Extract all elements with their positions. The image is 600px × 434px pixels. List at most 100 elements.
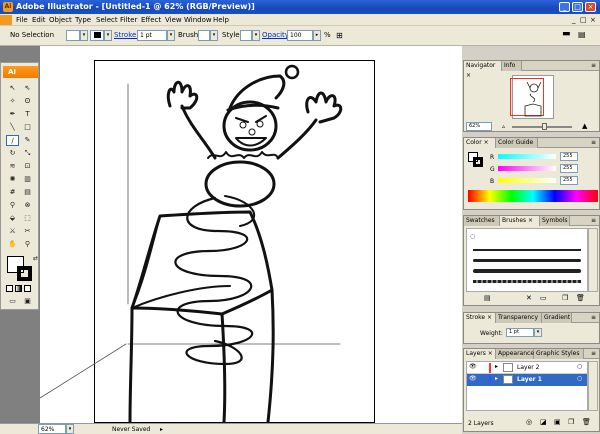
eyedropper-tool-icon[interactable]: ⚲ — [6, 200, 19, 211]
style-field[interactable] — [240, 30, 252, 41]
brush-scrollbar[interactable] — [588, 228, 598, 292]
opacity-dropdown[interactable]: ▸ — [313, 30, 321, 41]
expand-icon[interactable]: ▸ — [495, 363, 498, 370]
gradient-tool-icon[interactable]: ▤ — [21, 187, 34, 198]
lasso-tool-icon[interactable]: ʘ — [21, 96, 34, 107]
direct-selection-tool-icon[interactable]: ⇖ — [21, 83, 34, 94]
tab-layers[interactable]: Layers × — [464, 349, 496, 359]
new-brush-icon[interactable]: ❐ — [562, 294, 568, 303]
workspace-icon[interactable]: ▤ — [578, 30, 586, 39]
menu-edit[interactable]: Edit — [32, 16, 46, 24]
new-layer-icon[interactable]: ❐ — [568, 418, 574, 427]
slice-tool-icon[interactable]: ⚔ — [6, 226, 19, 237]
zoom-tool-icon[interactable]: ⚲ — [21, 239, 34, 250]
locate-object-icon[interactable]: ◎ — [526, 418, 532, 427]
tab-navigator[interactable]: Navigator × — [464, 61, 502, 79]
layer-row-selected[interactable]: 👁 ▸ Layer 1 ○ — [467, 374, 587, 386]
scale-tool-icon[interactable]: ⤡ — [21, 148, 34, 159]
navigator-zoom-field[interactable]: 62% — [466, 122, 492, 131]
free-transform-tool-icon[interactable]: ⊡ — [21, 161, 34, 172]
color-spectrum[interactable] — [468, 190, 598, 202]
pen-tool-icon[interactable]: ✒ — [6, 109, 19, 120]
red-slider[interactable] — [498, 154, 556, 159]
align-icon[interactable]: ⊞ — [336, 31, 343, 40]
tab-brushes[interactable]: Brushes × — [500, 216, 540, 226]
hand-tool-icon[interactable]: ✋ — [6, 239, 19, 250]
tab-graphic-styles[interactable]: Graphic Styles — [534, 349, 584, 359]
target-icon[interactable]: ○ — [577, 363, 582, 370]
warp-tool-icon[interactable]: ≋ — [6, 161, 19, 172]
live-paint-tool-icon[interactable]: ⬙ — [6, 213, 19, 224]
pencil-tool-icon[interactable]: ✎ — [21, 135, 34, 146]
document-setup-icon[interactable]: ▬ — [562, 30, 571, 39]
calligraphic-brush-icon[interactable]: ◌ — [470, 233, 475, 240]
jack-in-the-box-drawing[interactable] — [40, 46, 460, 423]
line-tool-icon[interactable]: ╲ — [6, 122, 19, 133]
scissors-tool-icon[interactable]: ✂ — [21, 226, 34, 237]
menu-type[interactable]: Type — [75, 16, 91, 24]
menu-filter[interactable]: Filter — [120, 16, 137, 24]
brush-library-icon[interactable]: ▤ — [484, 294, 491, 303]
weight-field[interactable]: 1 pt — [506, 328, 534, 337]
full-screen-mode-icon[interactable]: ▣ — [21, 296, 34, 307]
maximize-button[interactable]: □ — [572, 2, 583, 12]
none-mode-icon[interactable] — [24, 285, 31, 292]
brush-stroke[interactable] — [473, 280, 581, 283]
menu-window[interactable]: Window — [184, 16, 212, 24]
menu-select[interactable]: Select — [96, 16, 118, 24]
fill-dropdown[interactable]: ▾ — [80, 30, 88, 41]
brush-stroke[interactable] — [473, 269, 581, 273]
doc-close-icon[interactable]: × — [590, 16, 596, 24]
target-icon[interactable]: ○ — [577, 375, 582, 382]
layer-name[interactable]: Layer 1 — [517, 376, 542, 383]
minimize-button[interactable]: _ — [559, 2, 570, 12]
remove-brush-stroke-icon[interactable]: ✕ — [526, 294, 532, 303]
doc-restore-icon[interactable]: □ — [580, 16, 587, 24]
brush-options-icon[interactable]: ▭ — [540, 294, 547, 303]
layers-scrollbar[interactable] — [588, 361, 598, 411]
panel-menu-icon[interactable]: ≡ — [591, 350, 596, 357]
tab-transparency[interactable]: Transparency — [496, 313, 542, 323]
blend-tool-icon[interactable]: ⊗ — [21, 200, 34, 211]
gradient-mode-icon[interactable] — [15, 285, 22, 292]
visibility-eye-icon[interactable]: 👁 — [469, 375, 477, 382]
visibility-eye-icon[interactable]: 👁 — [469, 363, 477, 370]
green-slider[interactable] — [498, 166, 556, 171]
menu-effect[interactable]: Effect — [141, 16, 161, 24]
stroke-dropdown[interactable]: ▾ — [104, 30, 112, 41]
stroke-weight-dropdown[interactable]: ▾ — [167, 30, 175, 41]
tab-info[interactable]: Info — [502, 61, 522, 71]
color-mode-icon[interactable] — [6, 285, 13, 292]
delete-layer-icon[interactable]: 🗑 — [582, 418, 591, 427]
zoom-out-icon[interactable]: ▵ — [502, 122, 505, 131]
style-dropdown[interactable]: ▾ — [252, 30, 260, 41]
live-paint-selection-icon[interactable]: ⬚ — [21, 213, 34, 224]
zoom-slider-thumb[interactable] — [542, 123, 547, 130]
panel-menu-icon[interactable]: ≡ — [591, 314, 596, 321]
brush-stroke[interactable] — [473, 259, 581, 262]
layer-name[interactable]: Layer 2 — [517, 364, 539, 371]
paintbrush-tool-icon[interactable]: ∕ — [6, 135, 19, 146]
menu-view[interactable]: View — [165, 16, 182, 24]
tab-appearance[interactable]: Appearance — [496, 349, 534, 359]
panel-menu-icon[interactable]: ≡ — [591, 62, 596, 69]
doc-minimize-icon[interactable]: _ — [572, 16, 576, 24]
layer-row[interactable]: 👁 ▸ Layer 2 ○ — [467, 362, 587, 374]
clipping-mask-icon[interactable]: ◪ — [540, 418, 547, 427]
menu-object[interactable]: Object — [49, 16, 72, 24]
menu-file[interactable]: File — [16, 16, 28, 24]
zoom-in-icon[interactable]: ▲ — [582, 122, 587, 131]
panel-menu-icon[interactable]: ≡ — [591, 217, 596, 224]
opacity-field[interactable]: 100 — [287, 30, 313, 41]
blue-value[interactable]: 255 — [560, 176, 578, 185]
tab-color-guide[interactable]: Color Guide — [496, 138, 538, 148]
mesh-tool-icon[interactable]: # — [6, 187, 19, 198]
brush-stroke[interactable] — [473, 249, 581, 251]
zoom-field[interactable]: 62% — [38, 424, 66, 434]
green-value[interactable]: 255 — [560, 164, 578, 173]
red-value[interactable]: 255 — [560, 152, 578, 161]
brush-dropdown[interactable]: ▾ — [210, 30, 218, 41]
tab-symbols[interactable]: Symbols — [540, 216, 570, 226]
stroke-color-swatch[interactable] — [17, 266, 32, 281]
expand-icon[interactable]: ▸ — [495, 375, 498, 382]
